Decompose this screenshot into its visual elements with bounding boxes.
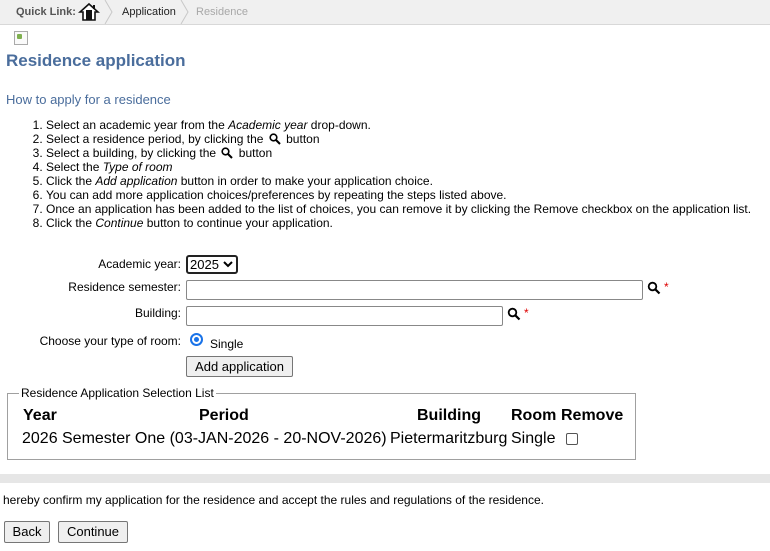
required-marker: * (664, 280, 669, 294)
continue-button[interactable]: Continue (58, 521, 128, 543)
step-item: You can add more application choices/pre… (46, 188, 760, 202)
column-header-year: Year (23, 407, 57, 424)
step-item: Select an academic year from the Academi… (46, 118, 760, 132)
academic-year-label: Academic year: (98, 257, 181, 271)
building-search-icon[interactable] (507, 307, 521, 321)
residence-semester-label: Residence semester: (68, 280, 181, 294)
row-building: Pietermaritzburg (390, 430, 508, 447)
section-divider (0, 474, 770, 483)
row-period: Semester One (03-JAN-2026 - 20-NOV-2026) (62, 430, 387, 447)
building-label: Building: (134, 306, 181, 320)
chevron-down-icon (223, 261, 233, 268)
magnifier-icon (221, 147, 234, 159)
instruction-steps: Select an academic year from the Academi… (0, 118, 760, 230)
row-room: Single (511, 430, 556, 447)
breadcrumb-separator-icon (104, 0, 113, 24)
breadcrumb-separator-icon (180, 0, 189, 24)
quick-link-label: Quick Link: (16, 6, 76, 18)
add-application-button[interactable]: Add application (186, 356, 293, 377)
room-type-single-label: Single (210, 337, 244, 351)
step-item: Click the Add application button in orde… (46, 174, 760, 188)
column-header-period: Period (199, 407, 249, 424)
step-item: Select a building, by clicking the butto… (46, 146, 760, 160)
academic-year-select[interactable]: 2025 (186, 255, 238, 274)
home-icon[interactable] (77, 2, 101, 22)
step-item: Select the Type of room (46, 160, 760, 174)
confirmation-text: hereby confirm my application for the re… (3, 493, 544, 507)
column-header-remove: Remove (561, 407, 624, 424)
magnifier-icon (269, 133, 281, 145)
back-button[interactable]: Back (4, 521, 50, 543)
page-title: Residence application (6, 51, 186, 70)
broken-image-icon (14, 31, 28, 45)
room-type-single-radio[interactable] (190, 333, 203, 346)
residence-semester-input[interactable] (186, 280, 643, 300)
building-input[interactable] (186, 306, 503, 326)
breadcrumb-residence: Residence (196, 6, 248, 18)
room-type-label: Choose your type of room: (39, 334, 181, 348)
row-year: 2026 (22, 430, 58, 447)
step-item: Once an application has been added to th… (46, 202, 760, 216)
residence-semester-search-icon[interactable] (647, 281, 661, 295)
breadcrumb-application[interactable]: Application (122, 0, 176, 24)
instructions-heading: How to apply for a residence (6, 92, 171, 107)
column-header-room: Room (511, 407, 557, 424)
row-remove-checkbox[interactable] (566, 433, 578, 445)
selection-list-legend: Residence Application Selection List (21, 386, 214, 400)
quick-link-bar: Quick Link: Application Residence (0, 0, 770, 25)
required-marker: * (524, 306, 529, 320)
step-item: Click the Continue button to continue yo… (46, 216, 760, 230)
column-header-building: Building (417, 407, 481, 424)
step-item: Select a residence period, by clicking t… (46, 132, 760, 146)
